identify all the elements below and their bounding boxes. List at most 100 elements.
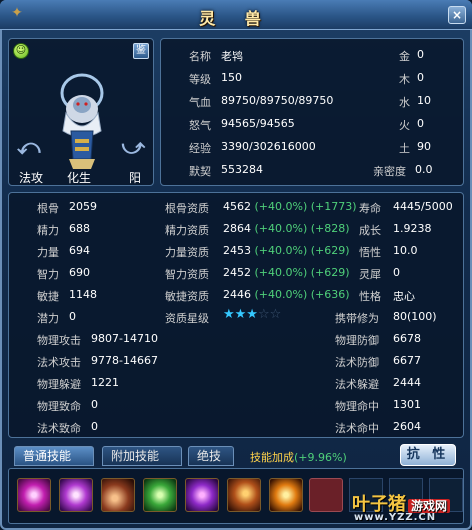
mag-hit-value: 2604: [393, 420, 421, 433]
aptitude-label: 智力资质: [165, 268, 209, 281]
skill-tabs: 普通技能 附加技能 绝技 技能加成(+9.96%) 抗 性: [14, 444, 464, 466]
watermark-sub: 游戏网: [408, 499, 451, 513]
close-button[interactable]: ×: [448, 6, 466, 24]
stat-row: 根骨 2059 根骨资质 4562 (+40.0%) (+1773) 寿命 44…: [9, 196, 465, 216]
tab-normal-skills[interactable]: 普通技能: [14, 446, 94, 466]
temperament-label: 性格: [359, 290, 381, 303]
growth-label: 成长: [359, 224, 381, 237]
skill-slot-locked[interactable]: [309, 478, 343, 512]
savvy-label: 悟性: [359, 246, 381, 259]
savvy-value: 10.0: [393, 244, 418, 257]
pet-stats-panel: 根骨 2059 根骨资质 4562 (+40.0%) (+1773) 寿命 44…: [8, 192, 464, 438]
exp-value: 3390/302616000: [221, 140, 316, 153]
name-label: 名称: [189, 50, 211, 63]
phys-crit-value: 0: [91, 398, 98, 411]
rage-value: 94565/94565: [221, 117, 295, 130]
intimacy-label: 亲密度: [373, 165, 406, 178]
growth-value: 1.9238: [393, 222, 432, 235]
phys-def-value: 6678: [393, 332, 421, 345]
skill-slot-icon[interactable]: [185, 478, 219, 512]
mag-dodge-label: 法术躲避: [335, 378, 379, 391]
mag-atk-label: 法术攻击: [37, 356, 81, 369]
gold-value: 0: [417, 48, 424, 61]
stat-label: 敏捷: [37, 290, 59, 303]
hp-value: 89750/89750/89750: [221, 94, 334, 107]
aptitude-value: 2452 (+40.0%) (+629): [223, 266, 350, 279]
carry-cultivation-label: 携带修为: [335, 312, 379, 325]
info-row-hp: 气血 89750/89750/89750 水 10: [161, 92, 465, 110]
earth-label: 土: [399, 142, 410, 155]
skill-slot-icon[interactable]: [143, 478, 177, 512]
fire-value: 0: [417, 117, 424, 130]
aptitude-value: 2453 (+40.0%) (+629): [223, 244, 350, 257]
mag-dodge-value: 2444: [393, 376, 421, 389]
level-label: 等级: [189, 73, 211, 86]
tab-additional-skills[interactable]: 附加技能: [102, 446, 182, 466]
tacit-value: 553284: [221, 163, 263, 176]
site-watermark: 叶子猪 游戏网 www.YZZ.CN: [352, 490, 468, 526]
tab-ultimate-skills[interactable]: 绝技: [188, 446, 234, 466]
mag-crit-label: 法术致命: [37, 422, 81, 435]
lifespan-value: 4445/5000: [393, 200, 453, 213]
phys-hit-label: 物理命中: [335, 400, 379, 413]
temperament-value: 忠心: [393, 290, 415, 303]
stat-label: 力量: [37, 246, 59, 259]
identify-button[interactable]: 鉴: [133, 43, 149, 59]
pet-info-panel: 名称 老鸨 金 0 等级 150 木 0 气血 89750/89750/8975…: [160, 38, 464, 186]
stat-label: 根骨: [37, 202, 59, 215]
stat-row: 法术攻击 9778-14667 法术防御 6677: [9, 350, 465, 370]
info-row-rage: 怒气 94565/94565 火 0: [161, 115, 465, 133]
skill-slot-icon[interactable]: [17, 478, 51, 512]
stat-row: 潜力 0 资质星级 ★★★☆☆ 携带修为 80(100): [9, 306, 465, 326]
stat-label: 精力: [37, 224, 59, 237]
rotate-left-icon[interactable]: ⤺: [17, 135, 41, 160]
stat-row: 敏捷 1148 敏捷资质 2446 (+40.0%) (+636) 性格 忠心: [9, 284, 465, 304]
potential-value: 0: [69, 310, 76, 323]
window-title: 灵 兽: [199, 9, 273, 28]
info-row-level: 等级 150 木 0: [161, 69, 465, 87]
skill-bonus-value: (+9.96%): [294, 451, 347, 464]
stat-row: 物理致命 0 物理命中 1301: [9, 394, 465, 414]
hp-label: 气血: [189, 96, 211, 109]
info-row-tacit: 默契 553284 亲密度 0.0: [161, 161, 465, 179]
stat-row: 智力 690 智力资质 2452 (+40.0%) (+629) 灵犀 0: [9, 262, 465, 282]
spirit-label: 灵犀: [359, 268, 381, 281]
phys-atk-value: 9807-14710: [91, 332, 158, 345]
stat-value: 690: [69, 266, 90, 279]
resistance-button[interactable]: 抗 性: [400, 444, 456, 466]
skill-slot-icon[interactable]: [101, 478, 135, 512]
info-row-name: 名称 老鸨 金 0: [161, 46, 465, 64]
attack-type-label: 法攻: [19, 171, 44, 185]
potential-label: 潜力: [37, 312, 59, 325]
rotate-right-icon[interactable]: ⤻: [121, 135, 145, 160]
wood-value: 0: [417, 71, 424, 84]
stat-row: 物理躲避 1221 法术躲避 2444: [9, 372, 465, 392]
water-label: 水: [399, 96, 410, 109]
level-value: 150: [221, 71, 242, 84]
mag-def-value: 6677: [393, 354, 421, 367]
phys-dodge-label: 物理躲避: [37, 378, 81, 391]
aptitude-value: 2446 (+40.0%) (+636): [223, 288, 350, 301]
lifespan-label: 寿命: [359, 202, 381, 215]
title-bar[interactable]: ✦ 灵 兽 ×: [0, 0, 472, 30]
skill-slot-icon[interactable]: [269, 478, 303, 512]
info-row-exp: 经验 3390/302616000 土 90: [161, 138, 465, 156]
aptitude-label: 力量资质: [165, 246, 209, 259]
gold-label: 金: [399, 50, 410, 63]
skill-slot-icon[interactable]: [59, 478, 93, 512]
tacit-label: 默契: [189, 165, 211, 178]
phys-crit-label: 物理致命: [37, 400, 81, 413]
stat-label: 智力: [37, 268, 59, 281]
stat-row: 法术致命 0 法术命中 2604: [9, 416, 465, 436]
intimacy-value: 0.0: [415, 163, 433, 176]
mag-def-label: 法术防御: [335, 356, 379, 369]
evolve-button[interactable]: 化生: [67, 169, 91, 186]
skill-slot-icon[interactable]: [227, 478, 261, 512]
aptitude-stars: ★★★☆☆: [223, 307, 282, 322]
aptitude-label: 敏捷资质: [165, 290, 209, 303]
yinyang-label: 阳: [129, 171, 142, 185]
stat-row: 物理攻击 9807-14710 物理防御 6678: [9, 328, 465, 348]
stat-value: 1148: [69, 288, 97, 301]
skill-bonus-label: 技能加成: [250, 451, 294, 464]
mag-crit-value: 0: [91, 420, 98, 433]
